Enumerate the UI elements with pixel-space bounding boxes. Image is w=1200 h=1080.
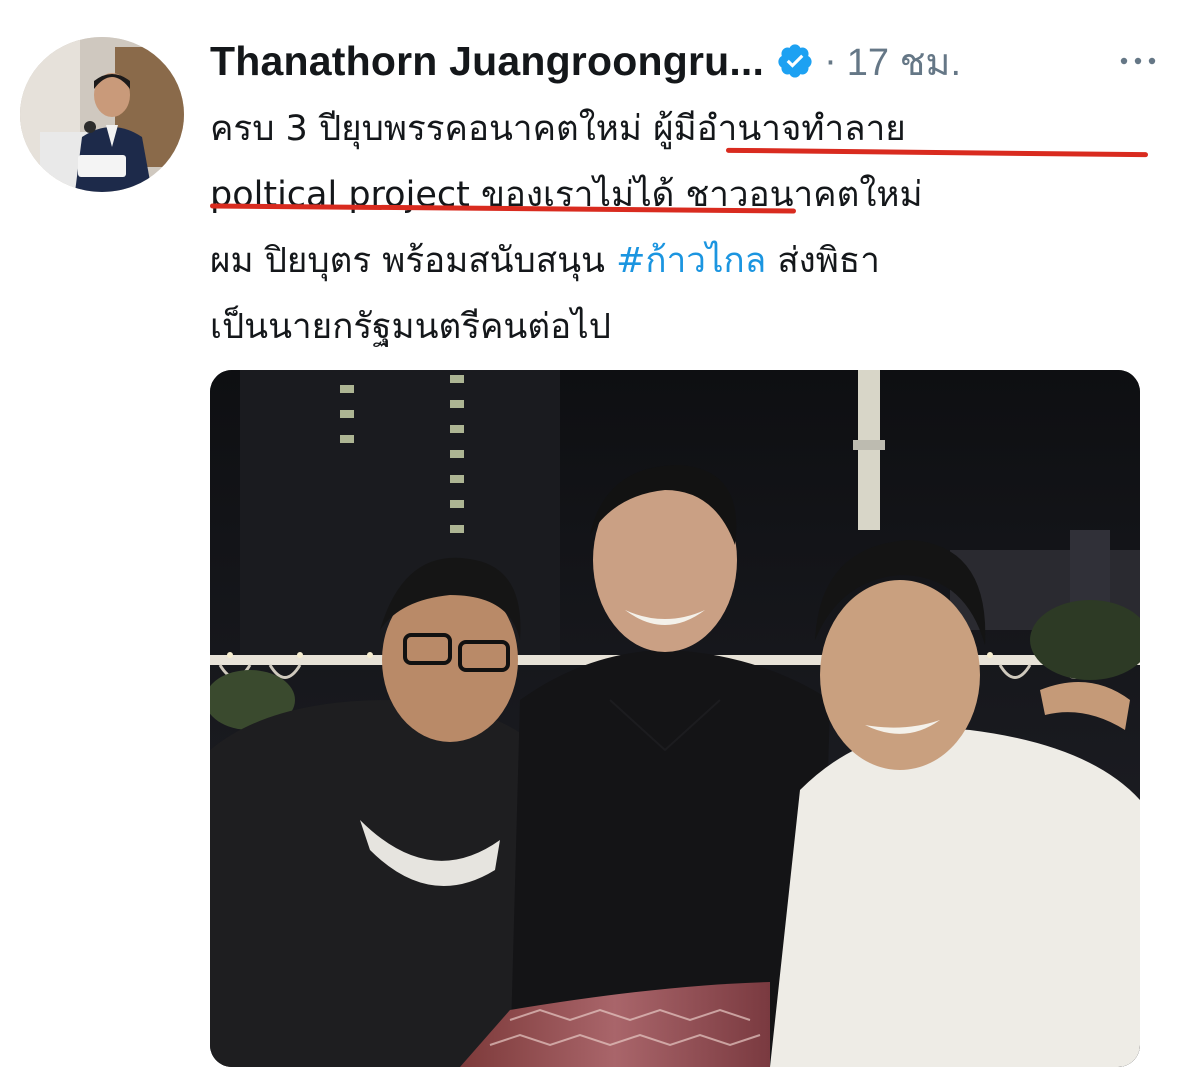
tweet-text: ครบ 3 ปียุบพรรคอนาคตใหม่ ผู้มีอำนาจทำลาย… bbox=[210, 96, 1180, 360]
tweet-text-line-2: poltical project ของเราไม่ได้ ชาวอนาคตให… bbox=[210, 175, 923, 215]
avatar-photo bbox=[20, 37, 184, 192]
author-name[interactable]: Thanathorn Juangroongru... bbox=[210, 38, 764, 85]
tweet-text-line-3: ผม ปิยบุตร พร้อมสนับสนุน #ก้าวไกล ส่งพิธ… bbox=[210, 228, 1180, 294]
tweet-header: Thanathorn Juangroongru... · 17 ชม. bbox=[210, 36, 1170, 86]
more-options-icon[interactable] bbox=[1110, 46, 1170, 76]
tweet-photo[interactable] bbox=[210, 370, 1140, 1067]
tweet-timestamp[interactable]: 17 ชม. bbox=[847, 31, 961, 92]
photo-scene bbox=[210, 370, 1140, 1067]
verified-badge-icon bbox=[776, 42, 814, 80]
tweet-text-line-3-prefix: ผม ปิยบุตร พร้อมสนับสนุน bbox=[210, 241, 617, 281]
tweet-text-line-3-suffix: ส่งพิธา bbox=[766, 241, 880, 281]
tweet-text-line-4: เป็นนายกรัฐมนตรีคนต่อไป bbox=[210, 307, 611, 347]
time-separator: · bbox=[824, 39, 837, 82]
hashtag-link[interactable]: #ก้าวไกล bbox=[616, 241, 766, 281]
author-avatar[interactable] bbox=[20, 37, 184, 192]
